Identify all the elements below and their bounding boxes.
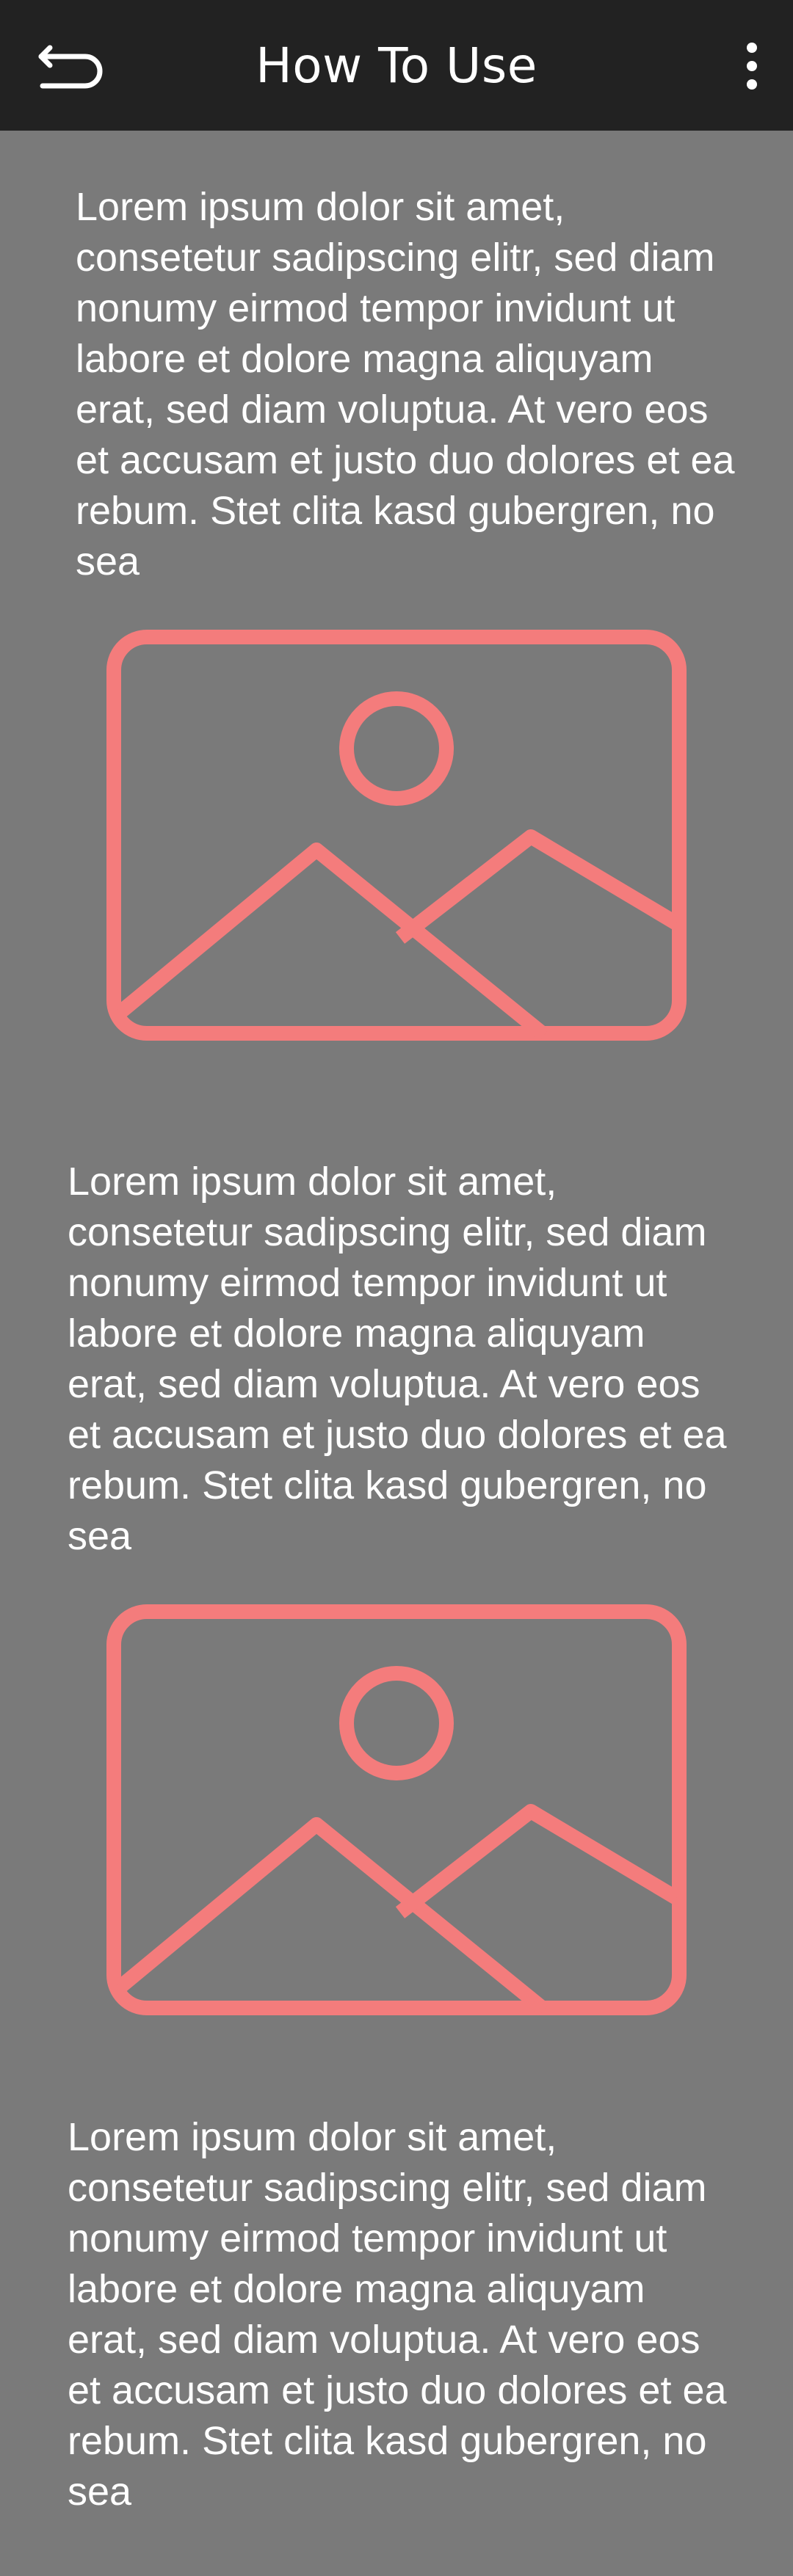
app-bar: How To Use xyxy=(0,0,793,131)
more-vert-icon xyxy=(747,43,757,90)
page-title: How To Use xyxy=(256,37,537,94)
section-text: Lorem ipsum dolor sit amet, consetetur s… xyxy=(76,185,735,583)
section-text: Lorem ipsum dolor sit amet, consetetur s… xyxy=(68,2115,727,2514)
image-placeholder-icon xyxy=(106,1604,687,2015)
overflow-menu-button[interactable] xyxy=(723,29,781,103)
section-text: Lorem ipsum dolor sit amet, consetetur s… xyxy=(68,1160,727,1558)
image-placeholder-icon xyxy=(106,630,687,1041)
